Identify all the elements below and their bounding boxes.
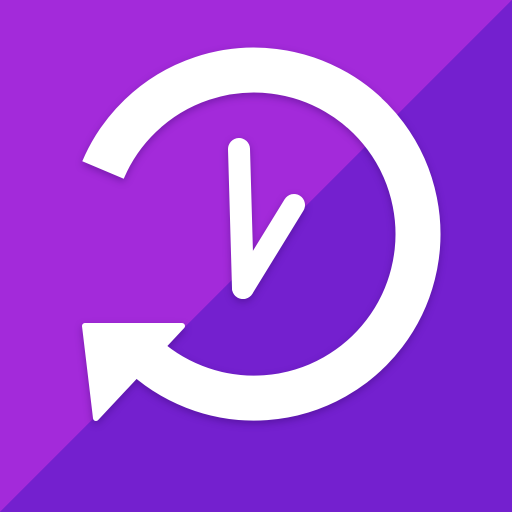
clock-hand-long-icon [228,138,254,299]
app-icon[interactable] [0,0,512,512]
